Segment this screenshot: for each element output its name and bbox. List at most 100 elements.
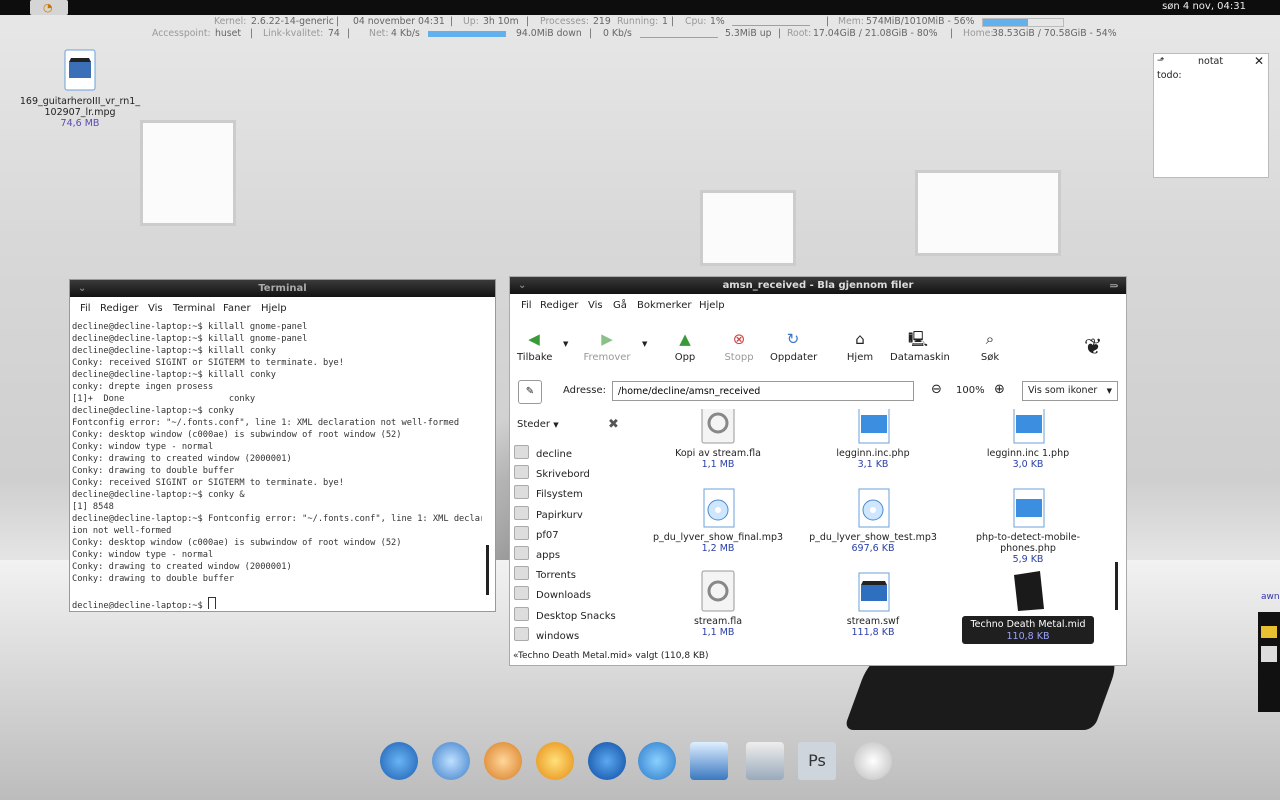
file-view-scrollbar[interactable] [1115,562,1118,610]
file-item[interactable]: Techno Death Metal.mid 110,8 KB [958,569,1098,644]
forward-button[interactable]: ▶ Fremover [582,330,632,363]
desktop-file-size: 74,6 MB [60,118,100,129]
music-icon[interactable] [638,742,676,780]
close-sidebar-icon[interactable]: ✖ [608,417,619,432]
file-item[interactable]: Kopi av stream.fla 1,1 MB [648,409,788,470]
panel-clock[interactable]: søn 4 nov, 04:31 [1162,1,1246,12]
terminal-output[interactable]: decline@decline-laptop:~$ killall gnome-… [72,321,482,609]
address-input[interactable] [612,381,914,401]
terminal-line: decline@decline-laptop:~$ killall gnome-… [72,322,308,332]
note-body[interactable]: todo: [1157,70,1182,81]
sidebar-item-papirkurv[interactable]: Papirkurv [514,505,583,521]
terminal-line: Conky: desktop window (c000ae) is subwin… [72,430,402,440]
weather-icon[interactable] [854,742,892,780]
terminal-titlebar[interactable]: ⌄ Terminal [70,280,495,297]
back-history-dropdown[interactable]: ▼ [563,340,568,348]
mem-bar [982,18,1064,27]
note-widget[interactable]: ⬏ notat ✕ todo: [1153,53,1269,178]
places-dropdown[interactable]: Steder ▼ [517,419,559,430]
zoom-out-icon[interactable]: ⊖ [931,382,942,397]
window-roll-icon[interactable]: ⥰ [1110,277,1118,294]
menu-vis[interactable]: Vis [148,303,163,314]
sidebar-item-downloads[interactable]: Downloads [514,586,591,601]
sidebar-item-torrents[interactable]: Torrents [514,566,576,581]
terminal-title: Terminal [258,283,307,294]
desktop-file-icon[interactable]: 169_guitarheroIII_vr_rn1_ 102907_lr.mpg … [18,48,142,129]
reload-button[interactable]: ↻ Oppdater [770,330,817,363]
close-icon[interactable]: ✕ [1254,54,1264,68]
photoshop-icon[interactable]: Ps [798,742,836,780]
forward-history-dropdown[interactable]: ▼ [642,340,647,348]
menu-hjelp[interactable]: Hjelp [261,303,287,314]
search-button[interactable]: ⌕ Søk [979,330,1001,363]
preview-icon[interactable] [690,742,728,780]
menu-rediger[interactable]: Rediger [540,300,578,311]
back-button[interactable]: ◀ Tilbake [517,330,552,363]
terminal-line: decline@decline-laptop:~$ conky & [72,490,245,500]
file-item[interactable]: stream.fla 1,1 MB [648,569,788,638]
sidebar-item-filsystem[interactable]: Filsystem [514,485,583,500]
file-item[interactable]: legginn.inc 1.php 3,0 KB [958,409,1098,470]
up-button[interactable]: ▲ Opp [674,330,696,363]
menu-bokmerker[interactable]: Bokmerker [637,300,691,311]
file-name-line: stream.swf [846,616,900,627]
file-name-line: Kopi av stream.fla [675,448,761,459]
filesystem-icon [514,485,529,500]
nautilus-icon[interactable] [484,742,522,780]
file-item[interactable]: php-to-detect-mobile-phones.php 5,9 KB [958,485,1098,565]
stop-button[interactable]: ⊗ Stopp [723,330,755,363]
file-item[interactable]: legginn.inc.php 3,1 KB [803,409,943,470]
sidebar-item-apps[interactable]: apps [514,546,560,561]
window-menu-icon[interactable]: ⌄ [518,277,526,294]
folder-icon[interactable] [1261,626,1277,638]
menu-rediger[interactable]: Rediger [100,303,138,314]
sidebar-item-decline[interactable]: decline [514,445,572,460]
file-name-line: p_du_lyver_show_test.mp3 [809,532,937,543]
file-item[interactable]: stream.swf 111,8 KB [803,569,943,638]
pin-icon[interactable]: ⬏ [1157,56,1165,66]
browser-icon[interactable] [380,742,418,780]
zoom-in-icon[interactable]: ⊕ [994,382,1005,397]
terminal-window[interactable]: ⌄ Terminal Fil Rediger Vis Terminal Fane… [69,279,496,612]
menu-faner[interactable]: Faner [223,303,251,314]
file-item[interactable]: p_du_lyver_show_test.mp3 697,6 KB [803,485,943,554]
window-menu-icon[interactable]: ⌄ [78,280,86,297]
dock: Ps [380,742,900,792]
menu-hjelp[interactable]: Hjelp [699,300,725,311]
file-size: 3,1 KB [857,459,889,470]
conky-row-2: Accesspoint: huset | Link-kvalitet: 74 |… [152,28,1117,39]
file-manager-titlebar[interactable]: ⌄ amsn_received - Bla gjennom filer ⥰ [510,277,1126,294]
sidebar-item-windows[interactable]: windows [514,626,579,642]
menu-terminal[interactable]: Terminal [173,303,215,314]
main-menu-button[interactable]: ◔ [30,0,68,15]
terminal-line: decline@decline-laptop:~$ Fontconfig err… [72,514,482,524]
php-file-icon [1008,485,1048,529]
terminal-scrollbar[interactable] [486,545,489,595]
mail-icon[interactable] [432,742,470,780]
chevron-down-icon: ▼ [553,421,559,429]
sidebar-item-desktop-snacks[interactable]: Desktop Snacks [514,606,616,622]
sidebar-item-label: pf07 [536,529,559,541]
app-store-icon[interactable] [588,742,626,780]
home-button[interactable]: ⌂ Hjem [846,330,874,363]
location-bar: ✎ Adresse: ⊖ 100% ⊕ Vis som ikoner▼ [510,377,1126,407]
menu-logo-icon: ◔ [43,1,53,14]
computer-button[interactable]: 🖳 Datamaskin [890,330,950,363]
edit-location-icon[interactable]: ✎ [518,380,542,404]
file-item[interactable]: p_du_lyver_show_final.mp3 1,2 MB [648,485,788,554]
file-manager-window[interactable]: ⌄ amsn_received - Bla gjennom filer ⥰ Fi… [509,276,1127,666]
menu-ga[interactable]: Gå [613,300,627,311]
app-icon[interactable] [1261,646,1277,662]
file-icon-view[interactable]: Kopi av stream.fla 1,1 MB legginn.inc.php 3… [640,409,1120,649]
sidebar-item-pf07[interactable]: pf07 [514,525,559,541]
menu-vis[interactable]: Vis [588,300,603,311]
status-bar: «Techno Death Metal.mid» valgt (110,8 KB… [513,651,709,661]
terminal-line: Conky: window type - normal [72,442,214,452]
finder-icon[interactable] [746,742,784,780]
menu-fil[interactable]: Fil [80,303,91,314]
sidebar-item-label: Papirkurv [536,509,583,521]
sidebar-item-skrivebord[interactable]: Skrivebord [514,465,590,480]
view-mode-select[interactable]: Vis som ikoner ▼ [1022,381,1118,401]
menu-fil[interactable]: Fil [521,300,532,311]
chat-icon[interactable] [536,742,574,780]
